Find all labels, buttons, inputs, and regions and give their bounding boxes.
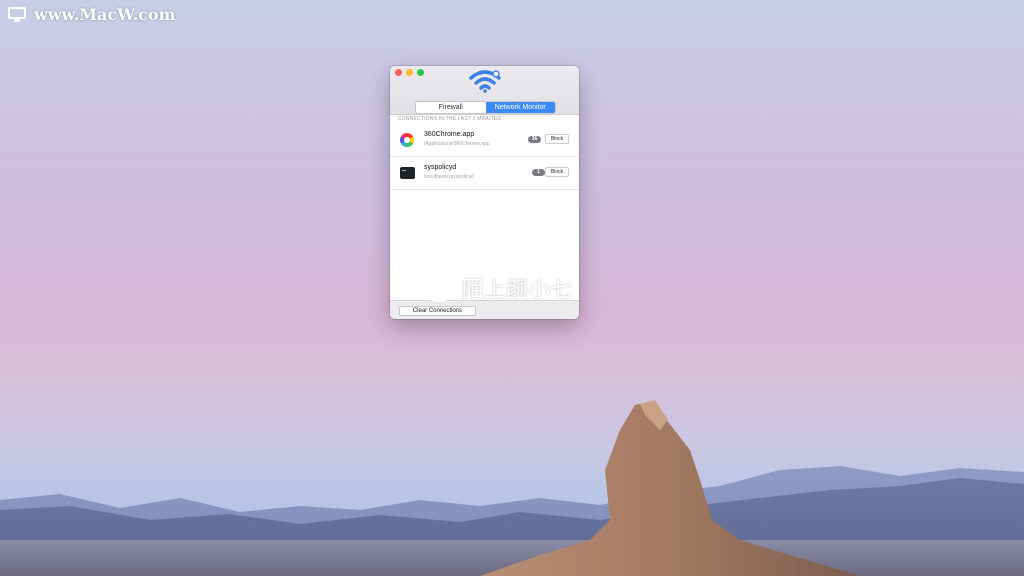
clear-connections-button[interactable]: Clear Connections <box>399 306 476 316</box>
minimize-button[interactable] <box>406 69 413 76</box>
close-button[interactable] <box>395 69 402 76</box>
app-name: 360Chrome.app <box>424 131 475 138</box>
wifi-shield-icon <box>469 70 501 93</box>
weibo-watermark: 陌上颜小七 <box>424 272 572 304</box>
zoom-button[interactable] <box>417 69 424 76</box>
connection-count-badge: 36 <box>528 136 541 143</box>
macw-watermark: www.MacW.com <box>8 5 176 24</box>
app-path: /usr/libexec/syspolicyd <box>424 174 474 180</box>
watermark-author: 陌上颜小七 <box>462 277 573 302</box>
block-button[interactable]: Block <box>545 167 569 177</box>
section-header: CONNECTIONS IN THE LAST 2 MINUTES <box>398 116 502 122</box>
tab-network-monitor[interactable]: Network Monitor <box>485 102 555 113</box>
app-path: /Applications/360Chrome.app <box>424 141 490 147</box>
connection-count-badge: 1 <box>532 169 545 176</box>
list-item[interactable]: 360Chrome.app /Applications/360Chrome.ap… <box>390 124 579 157</box>
tab-firewall[interactable]: Firewall <box>416 102 486 113</box>
traffic-lights <box>395 69 424 76</box>
list-item[interactable]: syspolicyd /usr/libexec/syspolicyd 1 Blo… <box>390 157 579 190</box>
watermark-text: www.MacW.com <box>34 5 176 24</box>
chrome-icon <box>400 133 414 147</box>
window-titlebar: Firewall Network Monitor <box>390 66 579 115</box>
connections-list: 360Chrome.app /Applications/360Chrome.ap… <box>390 124 579 190</box>
weibo-icon <box>425 278 455 302</box>
terminal-icon <box>400 167 415 179</box>
monitor-icon <box>8 6 28 23</box>
block-button[interactable]: Block <box>545 134 569 144</box>
tab-switcher: Firewall Network Monitor <box>415 101 556 114</box>
app-name: syspolicyd <box>424 164 457 171</box>
